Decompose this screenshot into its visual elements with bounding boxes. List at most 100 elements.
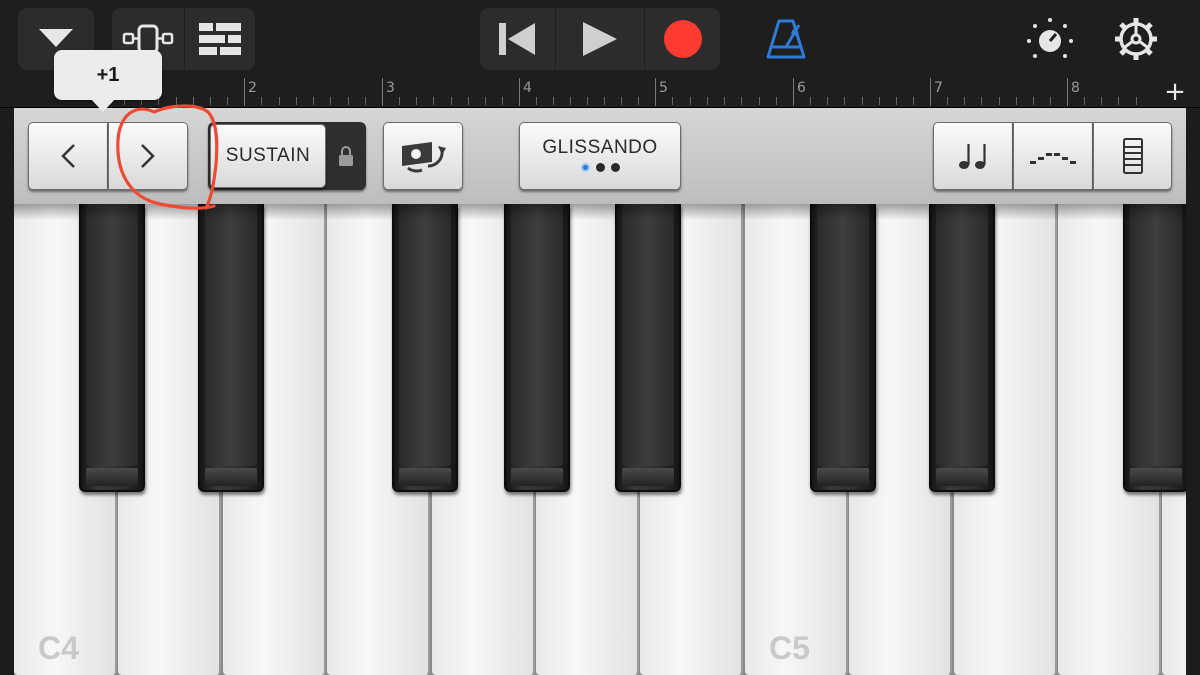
key-label-c4: C4	[38, 630, 79, 666]
key-size-icon	[1122, 138, 1143, 174]
ruler-tick	[638, 97, 639, 105]
black-key-cs5[interactable]	[810, 204, 876, 492]
transport-controls	[480, 8, 720, 70]
play-icon	[583, 22, 617, 56]
lock-icon	[339, 146, 353, 166]
ruler-tick	[1084, 97, 1086, 105]
ruler-tick	[758, 97, 760, 105]
ruler-tick	[553, 97, 554, 105]
ruler-tick	[261, 97, 263, 105]
ruler-tick	[433, 97, 435, 105]
ruler-tick	[226, 97, 228, 105]
black-key-gs4[interactable]	[504, 204, 570, 492]
ruler-bar-5: 5	[659, 80, 668, 96]
black-key-as4[interactable]	[615, 204, 681, 492]
ruler-tick	[175, 97, 177, 105]
ruler-tick	[1135, 97, 1137, 105]
ruler-bar-3: 3	[386, 80, 395, 96]
left-bezel	[0, 108, 14, 675]
notes-icon	[959, 144, 986, 169]
ruler-tick	[278, 97, 280, 105]
ruler-tick	[998, 97, 1000, 105]
ruler-tick	[399, 97, 401, 105]
master-effects-knob-icon	[1027, 18, 1073, 58]
glissando-button[interactable]: GLISSANDO	[519, 122, 681, 190]
timeline-ruler[interactable]: 2 3 4 5 6 7 8	[0, 78, 1200, 108]
ruler-tick	[1015, 97, 1017, 105]
right-bezel	[1186, 108, 1200, 675]
tooltip-arrow	[90, 98, 116, 112]
record-button[interactable]	[646, 8, 720, 70]
ruler-tick	[672, 97, 674, 105]
gear-icon	[1115, 18, 1157, 60]
sustain-lock-toggle[interactable]	[334, 144, 358, 168]
key-size-button[interactable]	[1093, 122, 1172, 190]
ruler-tick	[689, 97, 691, 105]
go-to-beginning-icon	[499, 23, 535, 55]
ruler-tick	[587, 97, 588, 105]
octave-up-button[interactable]	[108, 122, 188, 190]
ruler-tick	[1101, 97, 1103, 105]
ruler-tick	[724, 97, 725, 105]
go-to-beginning-button[interactable]	[480, 8, 554, 70]
ruler-tick	[861, 97, 863, 105]
ruler-tick	[295, 97, 297, 105]
ruler-tick	[912, 97, 914, 105]
settings-button[interactable]	[1106, 10, 1166, 68]
ruler-tick	[192, 97, 194, 105]
black-key-fs5[interactable]	[1123, 204, 1186, 492]
ruler-tick	[878, 97, 880, 105]
ruler-tick	[536, 97, 537, 105]
tracks-view-icon	[199, 23, 241, 55]
sustain-group: SUSTAIN	[208, 122, 366, 190]
scale-notes-button[interactable]	[933, 122, 1013, 190]
key-label-c5: C5	[769, 630, 810, 666]
arpeggiator-icon	[1030, 153, 1076, 164]
ruler-bar-7: 7	[934, 80, 943, 96]
glissando-mode-dots	[580, 162, 620, 172]
ruler-tick	[964, 97, 966, 105]
black-key-ds4[interactable]	[198, 204, 264, 492]
black-key-cs4[interactable]	[79, 204, 145, 492]
ruler-tick	[604, 97, 605, 105]
ruler-tick	[1032, 97, 1034, 105]
ruler-bar-4: 4	[523, 80, 532, 96]
tracks-view-button[interactable]	[185, 8, 255, 70]
ruler-tick	[844, 97, 846, 105]
glissando-dot-active	[580, 162, 590, 172]
ruler-tick	[1118, 97, 1120, 105]
glissando-dot	[610, 162, 620, 172]
autoplay-icon	[402, 142, 446, 173]
chevron-left-icon	[61, 144, 75, 168]
play-button[interactable]	[555, 8, 645, 70]
ruler-tick	[364, 97, 366, 105]
top-toolbar	[0, 0, 1200, 78]
black-key-fs4[interactable]	[392, 204, 458, 492]
ruler-tick	[706, 97, 708, 105]
sustain-button[interactable]: SUSTAIN	[210, 124, 326, 188]
add-section-button[interactable]: +	[1158, 78, 1192, 108]
ruler-tick	[741, 97, 743, 105]
metronome-icon	[766, 19, 806, 59]
ruler-tick	[981, 97, 983, 105]
chevron-right-icon	[141, 144, 155, 168]
piano-keyboard: C4 C5	[14, 204, 1186, 675]
black-key-ds5[interactable]	[929, 204, 995, 492]
ruler-tick	[570, 97, 571, 105]
ruler-tick	[467, 97, 469, 105]
ruler-tick	[810, 97, 812, 105]
metronome-button[interactable]	[756, 10, 816, 68]
ruler-tick	[775, 97, 777, 105]
ruler-tick	[501, 97, 503, 105]
autoplay-button[interactable]	[383, 122, 463, 190]
octave-down-button[interactable]	[28, 122, 108, 190]
glissando-dot	[595, 162, 605, 172]
arpeggiator-button[interactable]	[1013, 122, 1093, 190]
record-icon	[664, 20, 702, 58]
glissando-label: GLISSANDO	[542, 136, 658, 158]
triangle-down-icon	[39, 29, 73, 47]
ruler-bar-6: 6	[797, 80, 806, 96]
master-effects-button[interactable]	[1020, 10, 1080, 68]
ruler-tick	[450, 97, 452, 105]
ruler-bar-8: 8	[1071, 80, 1080, 96]
